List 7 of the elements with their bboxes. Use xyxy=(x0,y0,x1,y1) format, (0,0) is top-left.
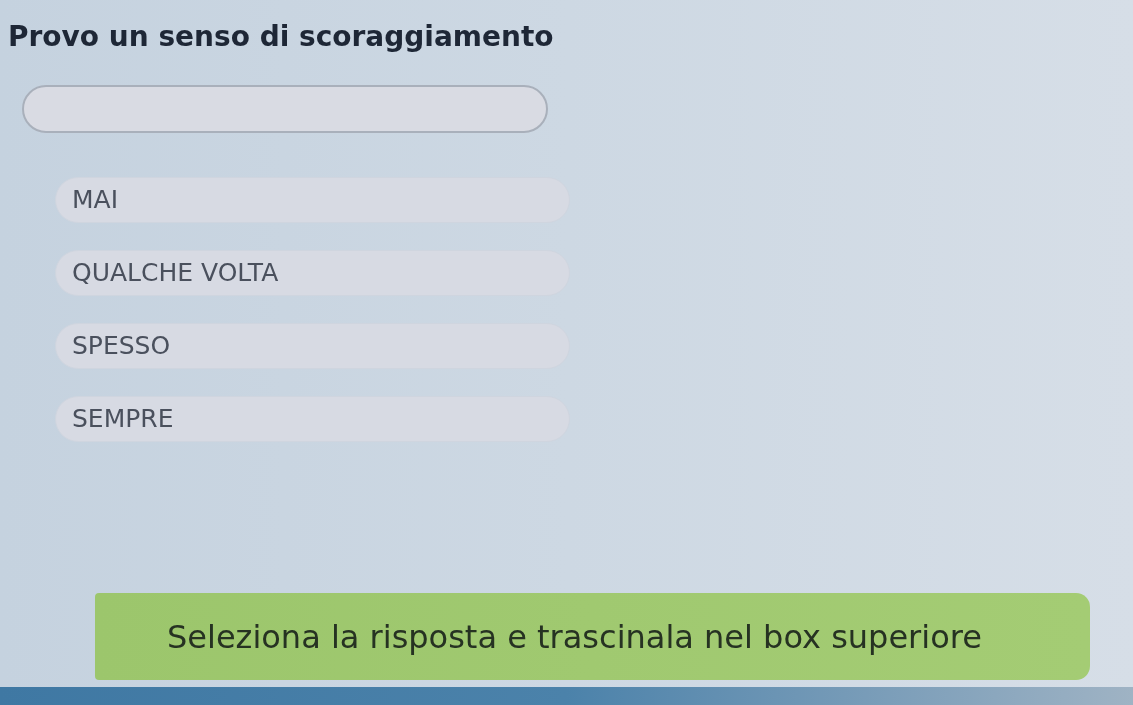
answer-option[interactable]: SEMPRE xyxy=(55,396,570,442)
answer-option[interactable]: MAI xyxy=(55,177,570,223)
question-title: Provo un senso di scoraggiamento xyxy=(8,19,554,54)
answer-option[interactable]: SPESSO xyxy=(55,323,570,369)
instruction-text: Seleziona la risposta e trascinala nel box superiore xyxy=(167,616,982,657)
answer-box[interactable] xyxy=(22,85,548,133)
answer-option[interactable]: QUALCHE VOLTA xyxy=(55,250,570,296)
